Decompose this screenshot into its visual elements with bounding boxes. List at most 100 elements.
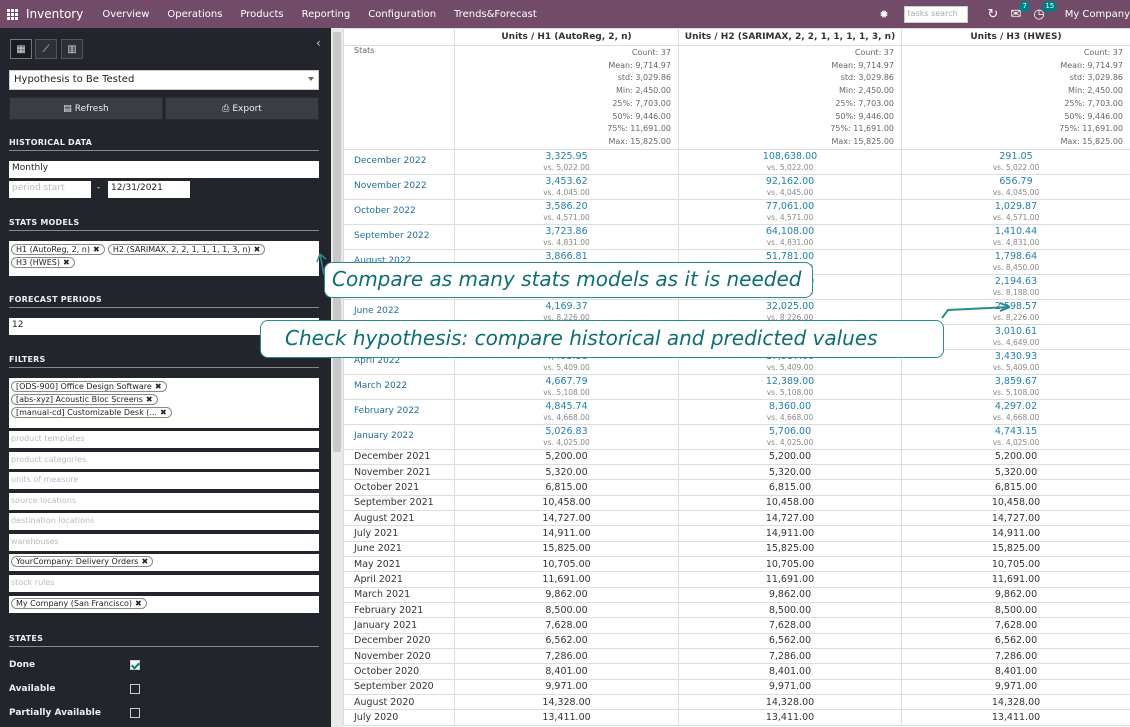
- debug-bug-icon[interactable]: ✹: [879, 8, 888, 21]
- period-start-input[interactable]: period start: [9, 181, 91, 198]
- report-type-select[interactable]: Hypothesis to Be Tested: [9, 70, 319, 90]
- predicted-value[interactable]: 64,108.00: [679, 226, 901, 237]
- product-categories-filter[interactable]: product categories: [9, 452, 319, 469]
- export-button[interactable]: ⎙ Export: [165, 97, 319, 120]
- period-cell[interactable]: September 2022: [343, 223, 455, 250]
- period-cell[interactable]: January 2022: [343, 423, 455, 450]
- period-cell[interactable]: January 2021: [343, 617, 455, 634]
- company-switcher[interactable]: My Company: [1065, 9, 1130, 20]
- period-cell[interactable]: October 2021: [343, 479, 455, 496]
- messages-icon[interactable]: ✉ 7: [1010, 0, 1030, 22]
- period-cell[interactable]: November 2021: [343, 463, 455, 481]
- period-cell[interactable]: December 2020: [343, 632, 455, 650]
- warehouses-filter[interactable]: warehouses: [9, 534, 319, 551]
- predicted-value[interactable]: 4,845.74: [455, 401, 678, 412]
- predicted-value[interactable]: 4,667.79: [455, 376, 678, 387]
- predicted-value[interactable]: 92,162.00: [679, 176, 901, 187]
- stock-rules-filter[interactable]: stock rules: [9, 575, 319, 592]
- predicted-value[interactable]: 291.05: [902, 151, 1130, 162]
- predicted-value[interactable]: 2,598.57: [902, 301, 1130, 312]
- source-locations-filter[interactable]: source locations: [9, 493, 319, 510]
- predicted-value[interactable]: 4,743.15: [902, 426, 1130, 437]
- state-done-checkbox[interactable]: [130, 660, 140, 670]
- remove-tag-icon[interactable]: ✖: [155, 382, 162, 391]
- period-cell[interactable]: February 2022: [343, 398, 455, 425]
- company-filter[interactable]: My Company (San Francisco) ✖: [9, 596, 319, 613]
- predicted-value[interactable]: 5,026.83: [455, 426, 678, 437]
- period-cell[interactable]: March 2022: [343, 373, 455, 400]
- predicted-value[interactable]: 4,169.37: [455, 301, 678, 312]
- period-cell[interactable]: December 2021: [343, 448, 455, 465]
- predicted-value[interactable]: 32,025.00: [679, 301, 901, 312]
- menu-overview[interactable]: Overview: [102, 9, 149, 20]
- remove-tag-icon[interactable]: ✖: [63, 258, 70, 267]
- activities-clock-icon[interactable]: ◷ 15: [1033, 0, 1058, 22]
- period-cell[interactable]: July 2020: [343, 709, 455, 726]
- period-cell[interactable]: June 2021: [343, 540, 455, 558]
- stats-models-field[interactable]: H1 (AutoReg, 2, n) ✖ H2 (SARIMAX, 2, 2, 1…: [9, 241, 319, 276]
- period-cell[interactable]: November 2020: [343, 648, 455, 665]
- period-cell[interactable]: April 2021: [343, 571, 455, 588]
- predicted-value[interactable]: 77,061.00: [679, 201, 901, 212]
- collapse-sidebar-icon[interactable]: ‹: [316, 36, 321, 50]
- tasks-search-input[interactable]: tasks search: [903, 5, 968, 23]
- table-view-button[interactable]: ▦: [10, 39, 32, 59]
- predicted-value[interactable]: 12,389.00: [679, 376, 901, 387]
- bar-chart-view-button[interactable]: ▥: [61, 39, 83, 59]
- menu-reporting[interactable]: Reporting: [302, 9, 351, 20]
- predicted-value[interactable]: 3,325.95: [455, 151, 678, 162]
- h1-column-header[interactable]: Units / H1 (AutoReg, 2, n): [454, 28, 679, 46]
- line-chart-view-button[interactable]: ⟋: [35, 39, 57, 59]
- state-available-checkbox[interactable]: [130, 684, 140, 694]
- period-cell[interactable]: March 2021: [343, 586, 455, 604]
- period-cell[interactable]: July 2021: [343, 525, 455, 542]
- h3-column-header[interactable]: Units / H3 (HWES): [901, 28, 1130, 46]
- remove-tag-icon[interactable]: ✖: [160, 408, 167, 417]
- remove-tag-icon[interactable]: ✖: [254, 245, 261, 254]
- predicted-value[interactable]: 5,706.00: [679, 426, 901, 437]
- period-cell[interactable]: November 2022: [343, 173, 455, 200]
- predicted-value[interactable]: 1,798.64: [902, 251, 1130, 262]
- menu-trends-forecast[interactable]: Trends&Forecast: [454, 9, 537, 20]
- remove-tag-icon[interactable]: ✖: [93, 245, 100, 254]
- period-cell[interactable]: August 2020: [343, 694, 455, 711]
- period-cell[interactable]: September 2020: [343, 678, 455, 696]
- predicted-value[interactable]: 3,586.20: [455, 201, 678, 212]
- predicted-value[interactable]: 3,453.62: [455, 176, 678, 187]
- app-name[interactable]: Inventory: [26, 7, 83, 21]
- scrollbar-thumb[interactable]: [333, 32, 341, 452]
- refresh-button[interactable]: ▤ Refresh: [9, 97, 163, 120]
- menu-products[interactable]: Products: [240, 9, 283, 20]
- menu-operations[interactable]: Operations: [167, 9, 222, 20]
- h2-column-header[interactable]: Units / H2 (SARIMAX, 2, 2, 1, 1, 1, 1, 3…: [678, 28, 902, 46]
- period-cell[interactable]: May 2021: [343, 556, 455, 573]
- predicted-value[interactable]: 108,638.00: [679, 151, 901, 162]
- predicted-value[interactable]: 8,360.00: [679, 401, 901, 412]
- predicted-value[interactable]: 3,866.81: [455, 251, 678, 262]
- predicted-value[interactable]: 51,781.00: [679, 251, 901, 262]
- product-templates-filter[interactable]: product templates: [9, 431, 319, 448]
- state-partially-available-checkbox[interactable]: [130, 708, 140, 718]
- period-cell[interactable]: December 2022: [343, 148, 455, 175]
- period-end-input[interactable]: 12/31/2021: [108, 181, 190, 198]
- picking-type-filter[interactable]: YourCompany: Delivery Orders ✖: [9, 554, 319, 571]
- period-cell[interactable]: February 2021: [343, 602, 455, 619]
- period-cell[interactable]: October 2020: [343, 663, 455, 680]
- predicted-value[interactable]: 1,410.44: [902, 226, 1130, 237]
- period-cell[interactable]: October 2022: [343, 198, 455, 225]
- period-cell[interactable]: August 2021: [343, 509, 455, 527]
- period-select[interactable]: Monthly: [9, 161, 319, 178]
- predicted-value[interactable]: 1,029.87: [902, 201, 1130, 212]
- remove-tag-icon[interactable]: ✖: [135, 599, 142, 608]
- predicted-value[interactable]: 3,723.86: [455, 226, 678, 237]
- predicted-value[interactable]: 2,194.63: [902, 276, 1130, 287]
- products-filter-field[interactable]: [ODS-900] Office Design Software ✖ [abs-x…: [9, 378, 319, 428]
- app-menu-icon[interactable]: [7, 8, 18, 20]
- sidebar-scrollbar[interactable]: [331, 28, 343, 727]
- period-cell[interactable]: September 2021: [343, 494, 455, 512]
- predicted-value[interactable]: 3,859.67: [902, 376, 1130, 387]
- remove-tag-icon[interactable]: ✖: [141, 557, 148, 566]
- predicted-value[interactable]: 4,297.02: [902, 401, 1130, 412]
- refresh-sync-icon[interactable]: ↻: [988, 7, 999, 22]
- menu-configuration[interactable]: Configuration: [368, 9, 436, 20]
